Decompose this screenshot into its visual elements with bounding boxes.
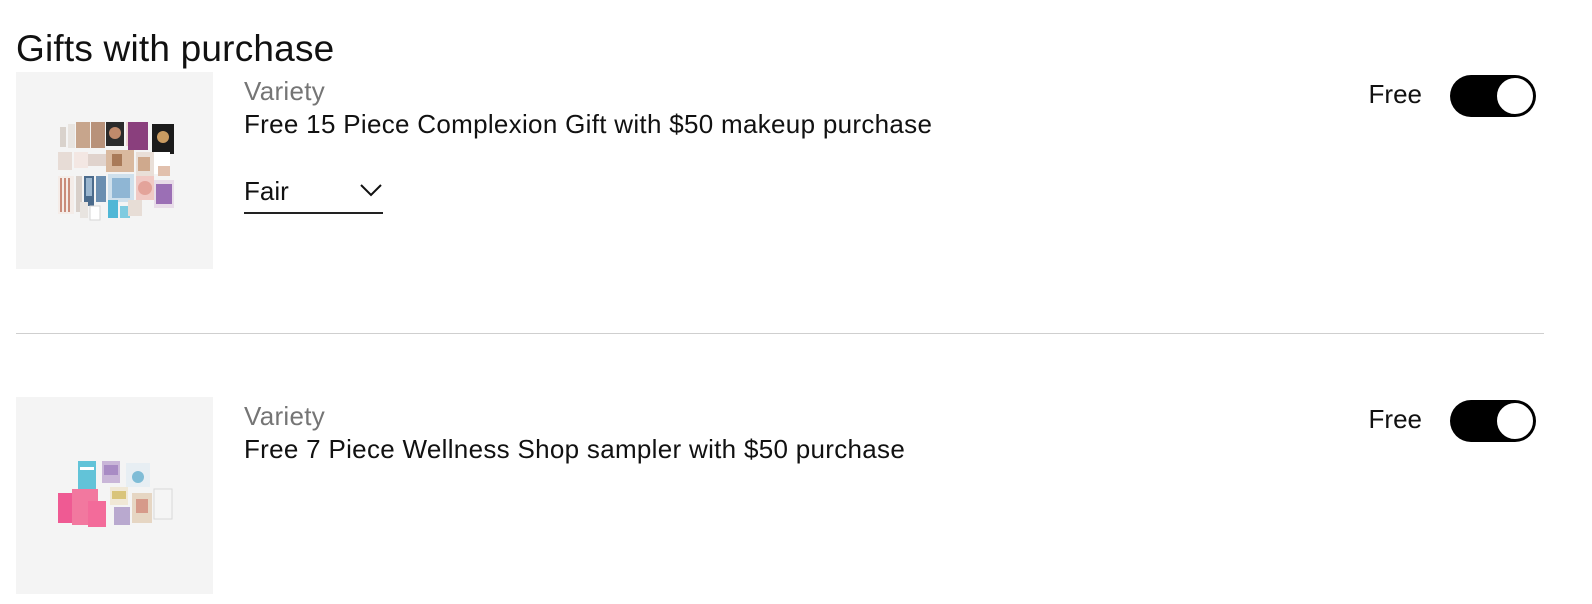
gift-price: Free xyxy=(1368,404,1422,434)
shade-select[interactable]: Fair xyxy=(244,174,383,214)
product-name[interactable]: Free 7 Piece Wellness Shop sampler with … xyxy=(244,433,905,465)
gift-item: Variety Free 7 Piece Wellness Shop sampl… xyxy=(16,397,1544,604)
toggle-knob xyxy=(1495,401,1535,441)
gifts-with-purchase-page: Gifts with purchase Variety Free 15 Piec… xyxy=(0,0,1592,604)
gift-info: Variety Free 15 Piece Complexion Gift wi… xyxy=(244,72,932,214)
brand-name: Variety xyxy=(244,401,326,431)
add-gift-toggle[interactable] xyxy=(1450,75,1536,117)
gift-info: Variety Free 7 Piece Wellness Shop sampl… xyxy=(244,397,905,465)
complexion-gift-collage-icon xyxy=(58,122,174,221)
product-image[interactable] xyxy=(16,72,213,269)
product-name[interactable]: Free 15 Piece Complexion Gift with $50 m… xyxy=(244,108,932,140)
gift-price: Free xyxy=(1368,79,1422,109)
divider xyxy=(16,333,1544,334)
product-image[interactable] xyxy=(16,397,213,594)
brand-name: Variety xyxy=(244,76,326,106)
section-title: Gifts with purchase xyxy=(16,28,335,69)
wellness-sampler-collage-icon xyxy=(58,461,173,527)
gift-item: Variety Free 15 Piece Complexion Gift wi… xyxy=(16,72,1544,270)
shade-select-value: Fair xyxy=(244,176,289,206)
toggle-knob xyxy=(1495,76,1535,116)
add-gift-toggle[interactable] xyxy=(1450,400,1536,442)
chevron-down-icon xyxy=(360,184,382,197)
